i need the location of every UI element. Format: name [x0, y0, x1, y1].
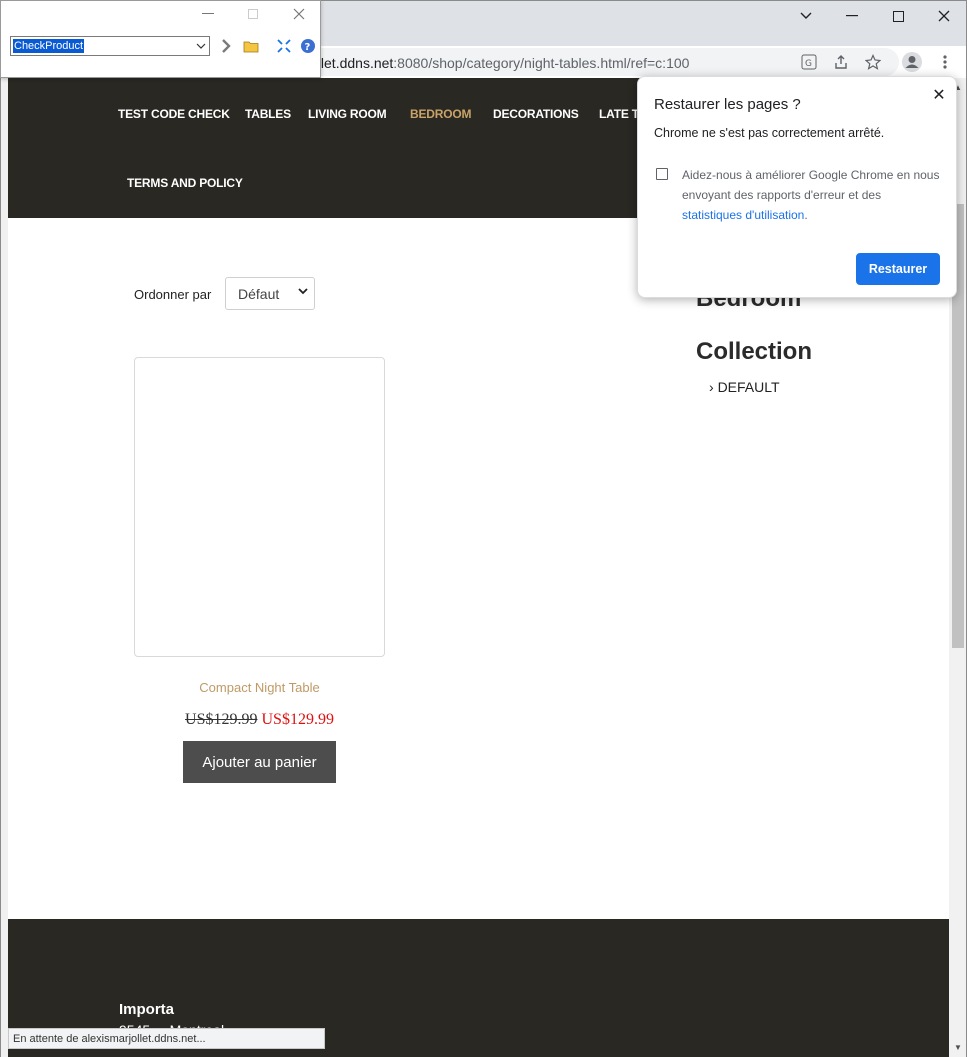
restore-pages-dialog: ✕ Restaurer les pages ? Chrome ne s'est …: [637, 76, 957, 298]
tool-minimize-icon[interactable]: [198, 5, 218, 23]
svg-text:G: G: [805, 59, 812, 69]
sort-select-value: Défaut: [238, 285, 280, 302]
maximize-icon[interactable]: [875, 1, 921, 31]
url-path: :8080/shop/category/night-tables.html/re…: [393, 55, 690, 71]
chevron-right-icon: ›: [709, 379, 714, 395]
chevron-down-icon: [196, 37, 206, 58]
scroll-down-arrow-icon[interactable]: ▼: [949, 1040, 967, 1054]
status-bar: En attente de alexismarjollet.ddns.net..…: [8, 1028, 325, 1049]
nav-terms-and-policy[interactable]: TERMS AND POLICY: [127, 176, 243, 190]
chevron-down-icon: [298, 286, 308, 298]
dialog-close-icon[interactable]: ✕: [930, 85, 948, 104]
share-icon[interactable]: [829, 50, 853, 74]
dialog-title: Restaurer les pages ?: [654, 96, 801, 113]
dialog-help-end: .: [804, 208, 808, 222]
menu-kebab-icon[interactable]: [933, 50, 957, 74]
tab-search-icon[interactable]: [783, 1, 829, 31]
old-price: US$129.99: [185, 711, 258, 728]
translate-icon[interactable]: G: [797, 50, 821, 74]
folder-icon[interactable]: [242, 37, 260, 55]
sidebar-title-line2: Collection: [696, 338, 813, 365]
profile-icon[interactable]: [900, 50, 924, 74]
help-icon[interactable]: ?: [299, 37, 317, 55]
tool-combo-value: CheckProduct: [13, 39, 85, 53]
usage-stats-link[interactable]: statistiques d'utilisation: [682, 208, 804, 222]
nav-tables[interactable]: TABLES: [245, 107, 291, 121]
sort-label: Ordonner par: [134, 287, 212, 302]
dialog-help-text: Aidez-nous à améliorer Google Chrome en …: [682, 165, 942, 225]
footer-title: Importa: [119, 1001, 175, 1018]
dialog-message: Chrome ne s'est pas correctement arrêté.: [654, 126, 885, 140]
window-left-edge: [0, 78, 8, 1057]
restore-button[interactable]: Restaurer: [856, 253, 940, 285]
sidebar-link-default[interactable]: › DEFAULT: [709, 379, 780, 395]
play-arrow-icon[interactable]: [217, 37, 235, 55]
nav-decorations[interactable]: DECORATIONS: [493, 107, 579, 121]
sidebar-link-label: DEFAULT: [717, 379, 780, 395]
close-icon[interactable]: [921, 1, 967, 31]
svg-text:?: ?: [305, 42, 311, 53]
tool-close-icon[interactable]: [289, 5, 309, 23]
nav-late[interactable]: LATE T: [599, 107, 639, 121]
tool-maximize-icon[interactable]: [243, 5, 263, 23]
help-improve-checkbox[interactable]: [656, 168, 668, 180]
sale-price: US$129.99: [261, 711, 334, 728]
nav-living-room[interactable]: LIVING ROOM: [308, 107, 387, 121]
nav-bedroom[interactable]: BEDROOM: [410, 107, 471, 121]
collapse-arrows-icon[interactable]: [275, 37, 293, 55]
minimize-icon[interactable]: [829, 1, 875, 31]
product-price: US$129.99 US$129.99: [134, 711, 385, 729]
tool-combo[interactable]: CheckProduct: [10, 36, 210, 56]
product-name[interactable]: Compact Night Table: [134, 680, 385, 695]
nav-test-code-check[interactable]: TEST CODE CHECK: [118, 107, 230, 121]
dialog-help-body: Aidez-nous à améliorer Google Chrome en …: [682, 168, 940, 202]
bookmark-star-icon[interactable]: [861, 50, 885, 74]
sort-select[interactable]: Défaut: [225, 277, 315, 310]
product-image[interactable]: [134, 357, 385, 657]
add-to-cart-button[interactable]: Ajouter au panier: [183, 741, 336, 783]
tool-window: CheckProduct ?: [0, 0, 321, 78]
